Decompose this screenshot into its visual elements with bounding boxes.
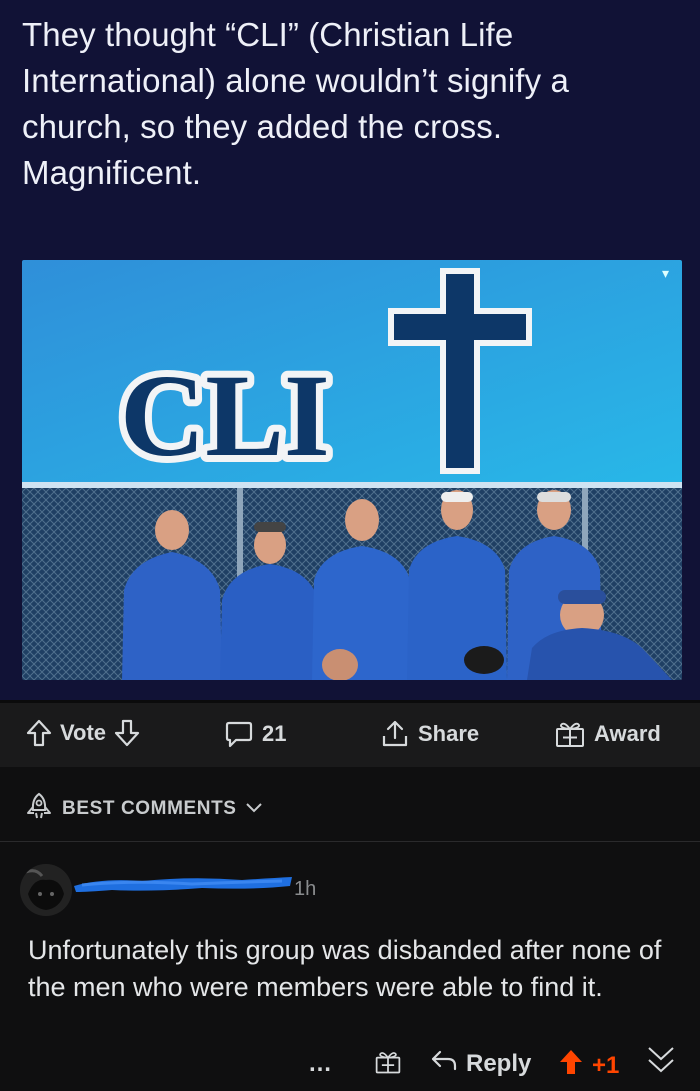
- team-photo-illustration: CLI CLI ▾: [22, 260, 682, 680]
- upvote-icon[interactable]: [26, 719, 52, 747]
- svg-text:CLI: CLI: [120, 350, 330, 481]
- meme-image[interactable]: They thought “CLI” (Christian Life Inter…: [0, 0, 700, 700]
- award-button[interactable]: Award: [554, 719, 661, 749]
- sort-dropdown[interactable]: BEST COMMENTS: [24, 791, 263, 827]
- comment-vote-control: +1: [558, 1048, 619, 1083]
- downvote-icon[interactable]: [114, 719, 140, 747]
- comment-action-bar: … Reply +1: [0, 1042, 700, 1086]
- upvote-active-icon[interactable]: [558, 1048, 584, 1083]
- team-photo: CLI CLI ▾: [22, 260, 682, 680]
- rocket-icon: [24, 791, 54, 827]
- reply-icon: [430, 1048, 458, 1079]
- comment: 1h Unfortunately this group was disbande…: [0, 842, 700, 1091]
- more-options-button[interactable]: …: [308, 1050, 332, 1078]
- reply-button[interactable]: Reply: [430, 1048, 531, 1079]
- sort-label: BEST COMMENTS: [62, 798, 237, 819]
- share-label: Share: [418, 721, 480, 746]
- comment-icon: [224, 719, 254, 749]
- comment-score: +1: [592, 1051, 620, 1079]
- chevron-down-icon: [245, 798, 263, 820]
- vote-control: Vote: [26, 719, 140, 747]
- comment-timestamp: 1h: [294, 878, 317, 900]
- share-icon: [380, 719, 410, 749]
- meme-caption: They thought “CLI” (Christian Life Inter…: [22, 16, 569, 191]
- reply-label: Reply: [466, 1049, 532, 1077]
- vote-label: Vote: [60, 720, 107, 745]
- double-chevron-down-icon: [646, 1042, 676, 1085]
- post-action-bar: Vote 21 Share Award: [0, 703, 700, 767]
- comments-count: 21: [262, 721, 287, 746]
- avatar[interactable]: [20, 864, 72, 916]
- comments-button[interactable]: 21: [224, 719, 286, 749]
- award-label: Award: [594, 721, 661, 746]
- cli-logo: CLI CLI: [113, 343, 337, 488]
- more-options-label: …: [308, 1050, 332, 1077]
- comment-body: Unfortunately this group was disbanded a…: [28, 935, 662, 1002]
- collapse-thread-button[interactable]: [646, 1042, 676, 1085]
- redacted-username: [72, 872, 294, 894]
- comments-sort-bar: BEST COMMENTS: [0, 767, 700, 841]
- svg-text:▾: ▾: [662, 265, 669, 281]
- gift-icon: [554, 719, 586, 749]
- award-comment-button[interactable]: [374, 1048, 402, 1083]
- gift-icon: [374, 1048, 402, 1083]
- share-button[interactable]: Share: [380, 719, 479, 749]
